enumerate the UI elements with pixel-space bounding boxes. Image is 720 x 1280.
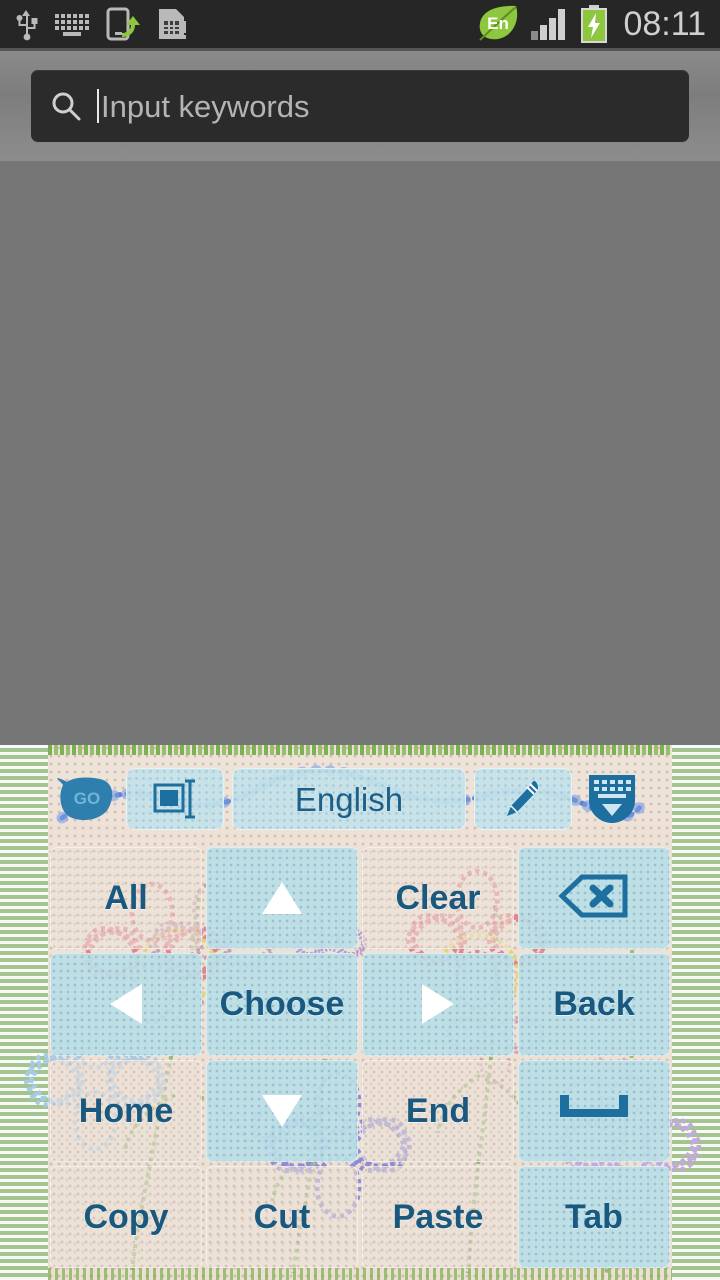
search-placeholder: Input keywords — [101, 88, 310, 124]
key-label: Paste — [392, 1197, 484, 1236]
arrow-down-icon — [254, 1087, 310, 1135]
signal-bars-icon — [531, 9, 566, 40]
go-keyboard: GO English All Clear Choose Back Home En… — [0, 745, 720, 1280]
key-end[interactable]: End — [362, 1059, 514, 1162]
language-badge-icon: En — [479, 5, 518, 41]
key-arrow-down[interactable] — [206, 1059, 358, 1162]
battery-charging-icon — [581, 5, 608, 43]
layout-resize-button[interactable] — [126, 768, 224, 830]
key-choose[interactable]: Choose — [206, 953, 358, 1056]
key-all[interactable]: All — [50, 847, 202, 950]
key-label: Choose — [219, 985, 345, 1024]
edit-pen-button[interactable] — [474, 768, 572, 830]
status-bar-left-icons — [14, 7, 188, 41]
phone-screen: En 08:11 Input keywords GO English All C… — [0, 0, 720, 1280]
keyboard-key-grid: All Clear Choose Back Home End Copy Cut Paste Tab — [48, 845, 672, 1270]
svg-text:GO: GO — [74, 789, 100, 808]
status-bar: En 08:11 — [0, 0, 720, 48]
key-cut[interactable]: Cut — [206, 1165, 358, 1268]
key-back[interactable]: Back — [518, 953, 670, 1056]
key-space[interactable] — [518, 1059, 670, 1162]
arrow-up-icon — [254, 874, 310, 922]
keyboard-icon — [55, 14, 89, 36]
key-copy[interactable]: Copy — [50, 1165, 202, 1268]
keyboard-top-stitching — [48, 745, 672, 755]
search-input[interactable]: Input keywords — [31, 70, 689, 142]
key-clear[interactable]: Clear — [362, 847, 514, 950]
hide-keyboard-button[interactable] — [584, 771, 640, 827]
key-label: Copy — [83, 1197, 169, 1236]
status-bar-clock: 08:11 — [623, 5, 706, 43]
key-arrow-up[interactable] — [206, 847, 358, 950]
resize-layout-icon — [153, 779, 195, 819]
key-arrow-right[interactable] — [362, 953, 514, 1056]
key-home[interactable]: Home — [50, 1059, 202, 1162]
pen-edit-icon — [507, 781, 538, 816]
search-icon — [52, 92, 81, 121]
keyboard-toolbar: GO English — [48, 755, 672, 843]
key-label: Back — [553, 985, 635, 1024]
usb-icon — [16, 10, 38, 41]
text-caret — [97, 89, 99, 123]
key-label: Tab — [565, 1197, 623, 1236]
sim-card-alert-icon — [159, 9, 186, 39]
svg-text:En: En — [488, 14, 510, 33]
search-zone: Input keywords — [0, 51, 720, 161]
status-bar-right-icons: En 08:11 — [476, 3, 706, 45]
key-label: All — [104, 879, 148, 918]
key-label: Clear — [395, 879, 481, 918]
key-backspace[interactable] — [518, 847, 670, 950]
phone-transfer-icon — [106, 7, 140, 41]
key-label: Cut — [253, 1197, 311, 1236]
key-arrow-left[interactable] — [50, 953, 202, 1056]
key-label: End — [405, 1091, 471, 1130]
arrow-left-icon — [102, 976, 150, 1032]
key-tab[interactable]: Tab — [518, 1165, 670, 1268]
language-button[interactable]: English — [232, 768, 466, 830]
go-keyboard-logo[interactable]: GO — [56, 775, 118, 823]
arrow-right-icon — [414, 976, 462, 1032]
key-paste[interactable]: Paste — [362, 1165, 514, 1268]
content-area — [0, 161, 720, 745]
language-label: English — [294, 780, 404, 818]
space-bar-icon — [557, 1091, 631, 1130]
key-label: Home — [78, 1091, 174, 1130]
backspace-icon — [558, 872, 630, 925]
